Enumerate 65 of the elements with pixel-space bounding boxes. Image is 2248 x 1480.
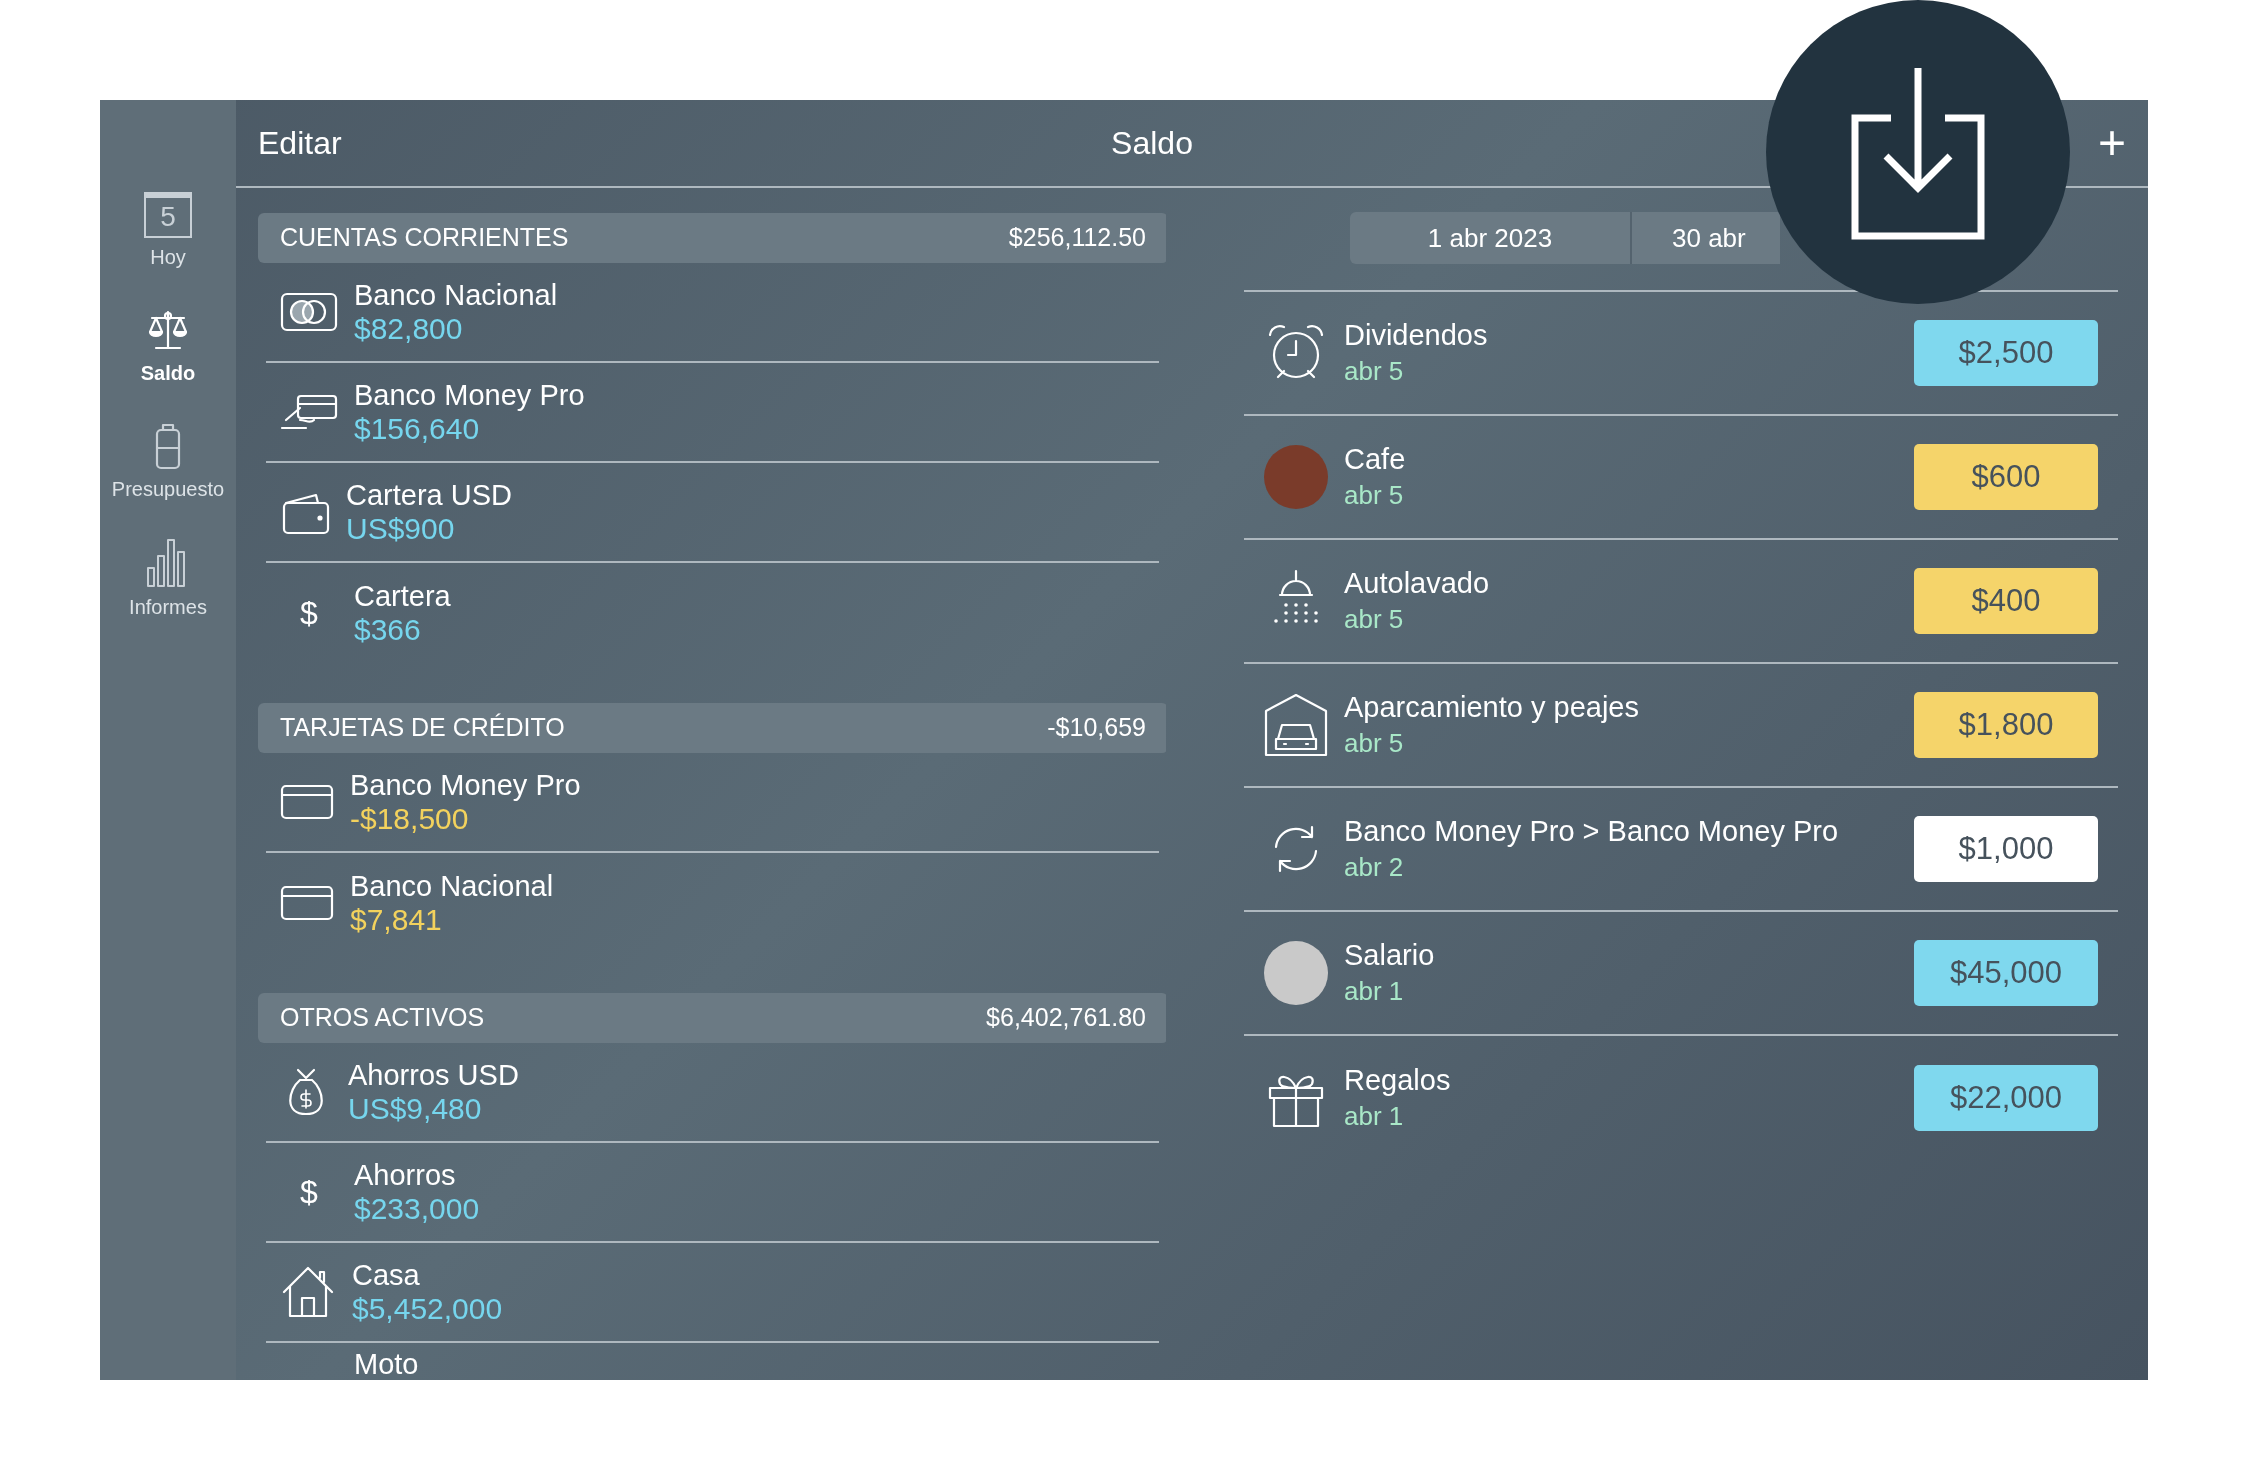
battery-icon [153,422,183,470]
period-end[interactable]: 30 abr [1630,212,1780,264]
account-balance: $82,800 [354,312,464,346]
amount-badge: $600 [1914,444,2098,510]
account-balance: $5,452,000 [352,1292,503,1326]
card-icon [280,784,334,820]
transaction-date: abr 1 [1344,975,1405,1008]
account-balance: $7,841 [350,903,443,937]
account-name: Ahorros [354,1158,457,1192]
account-name: Casa [352,1258,421,1292]
card-icon [280,292,338,332]
card-icon [280,885,334,921]
transaction-name: Dividendos [1344,318,1489,353]
window-title: Saldo [1110,124,1194,163]
amount-badge: $22,000 [1914,1065,2098,1131]
transaction-name: Banco Money Pro > Banco Money Pro [1344,814,1840,849]
sidebar-tab[interactable]: 5 Hoy [103,192,233,272]
dollar-icon: $ [280,589,338,637]
account-name: Banco Nacional [354,278,558,312]
section-total: $256,112.50 [1008,222,1146,254]
account-balance: $233,000 [354,1192,480,1226]
amount-badge: $45,000 [1914,940,2098,1006]
transaction-date: abr 5 [1344,355,1405,388]
transaction-date: abr 5 [1344,603,1405,636]
transaction-name: Salario [1344,938,1436,973]
amount-badge: $1,800 [1914,692,2098,758]
transaction-date: abr 5 [1344,727,1405,760]
dollar-icon: $ [280,1168,338,1216]
section-title: TARJETAS DE CRÉDITO [280,712,565,744]
transaction-name: Cafe [1344,442,1407,477]
garage-car-icon [1264,693,1328,757]
sidebar-tab[interactable]: Informes [103,538,233,622]
account-name: Moto [354,1347,419,1380]
account-balance: $156,640 [354,412,481,446]
hand-card-icon [280,392,338,432]
account-balance: $366 [354,613,422,647]
account-name: Cartera USD [346,478,512,512]
amount-badge: $1,000 [1914,816,2098,882]
transaction-name: Aparcamiento y peajes [1344,690,1640,725]
sidebar-tab[interactable]: Presupuesto [103,422,233,504]
period-start[interactable]: 1 abr 2023 [1350,212,1630,264]
edit-button[interactable]: Editar [258,119,558,167]
account-name: Ahorros USD [348,1058,519,1092]
transaction-name: Regalos [1344,1063,1452,1098]
house-icon [280,1264,336,1320]
amount-badge: $400 [1914,568,2098,634]
section-title: OTROS ACTIVOS [280,1002,485,1034]
account-name: Banco Money Pro [350,768,581,802]
add-button[interactable]: + [2097,119,2126,167]
account-name: Banco Money Pro [354,378,585,412]
account-name: Cartera [354,579,451,613]
transaction-date: abr 2 [1344,851,1405,884]
section-total: -$10,659 [1047,712,1146,744]
account-name: Banco Nacional [350,869,554,903]
transaction-date: abr 5 [1344,479,1405,512]
account-balance: US$900 [346,512,456,546]
transaction-name: Autolavado [1344,566,1491,601]
section-title: CUENTAS CORRIENTES [280,222,569,254]
sidebar-tab[interactable]: Saldo [103,306,233,388]
account-balance: -$18,500 [350,802,470,836]
transaction-date: abr 1 [1344,1100,1405,1133]
section-total: $6,402,761.80 [986,1002,1146,1034]
calendar-icon: 5 [144,192,192,238]
account-balance: US$9,480 [348,1092,483,1126]
amount-badge: $2,500 [1914,320,2098,386]
